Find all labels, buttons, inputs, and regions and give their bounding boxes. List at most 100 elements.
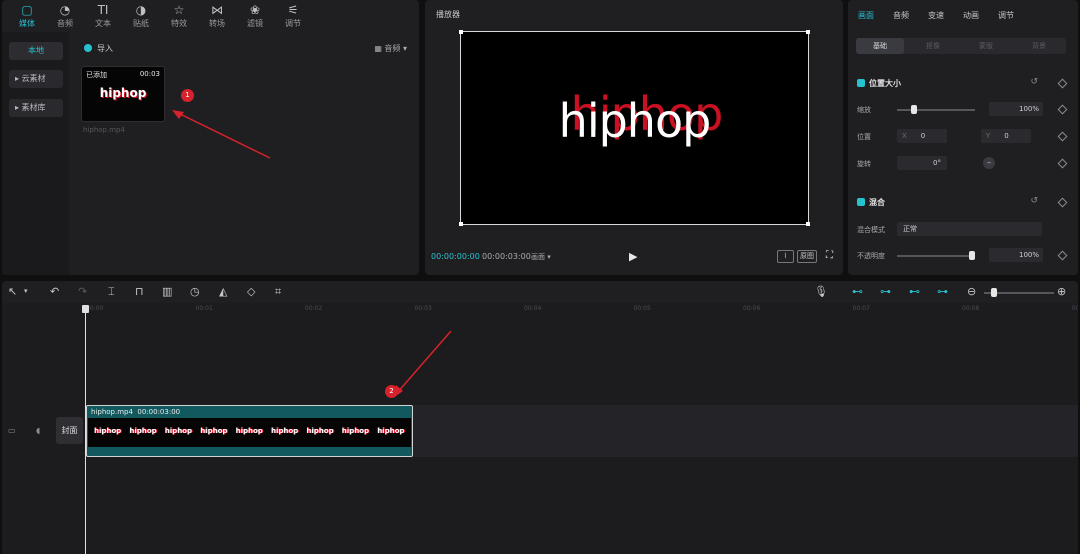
resize-handle[interactable]	[806, 30, 810, 34]
preview-canvas[interactable]: hiphop hiphop	[459, 30, 810, 226]
clip-frame-text: hiphop	[200, 427, 228, 435]
tab-animation[interactable]: 动画	[963, 10, 979, 21]
sidebar-item-library[interactable]: ▸ 素材库	[9, 99, 63, 117]
rotate-icon[interactable]: ◇	[247, 285, 255, 298]
text-icon: TI	[97, 3, 109, 17]
keyframe-icon[interactable]	[1057, 250, 1068, 261]
tab-sticker[interactable]: ◑ 贴纸	[124, 2, 158, 29]
sidebar-item-cloud[interactable]: ▸ 云素材	[9, 70, 63, 88]
original-ratio-button[interactable]: 原图	[797, 250, 817, 263]
clip-caption: hiphop.mp4 00:00:03:00	[91, 408, 180, 416]
tab-effects[interactable]: ☆ 特效	[162, 2, 196, 29]
y-value: 0	[1004, 132, 1009, 140]
freeze-icon[interactable]: ▥	[162, 285, 172, 298]
rotate-dial-icon[interactable]: –	[983, 157, 995, 169]
y-label: Y	[986, 132, 991, 140]
opacity-slider-knob[interactable]	[969, 251, 975, 260]
crop-icon[interactable]: ⌗	[275, 285, 281, 299]
clip-frame-text: hiphop	[164, 427, 192, 435]
waveform-button[interactable]: ⌇	[777, 250, 794, 263]
media-thumbnail[interactable]: 已添加 00:03 hiphop	[81, 66, 165, 122]
resize-handle[interactable]	[806, 222, 810, 226]
undo-icon[interactable]: ↶	[50, 285, 59, 298]
keyframe-icon[interactable]	[1057, 197, 1068, 208]
media-tabs: ▢ 媒体 ◔ 音频 TI 文本 ◑ 贴纸 ☆ 特效 ⋈ 转场 ❀ 滤镜 ⚟ 调节	[2, 0, 419, 32]
ruler-tick: 00:06	[743, 305, 761, 312]
checkbox-icon[interactable]	[857, 79, 865, 87]
zoom-in-icon[interactable]: ⊕	[1057, 285, 1066, 298]
chevron-down-icon[interactable]: ▾	[24, 287, 28, 295]
tab-media[interactable]: ▢ 媒体	[10, 2, 44, 29]
mute-track-icon[interactable]: ◖	[36, 426, 40, 435]
x-label: X	[902, 132, 907, 140]
tab-adjust[interactable]: 调节	[998, 10, 1014, 21]
microphone-icon[interactable]: 🎙	[814, 285, 828, 298]
preview-axis-icon[interactable]: ⊷	[909, 285, 920, 298]
blend-mode-label: 混合模式	[857, 226, 885, 234]
opacity-slider[interactable]	[897, 255, 975, 257]
import-label: 导入	[97, 44, 113, 53]
opacity-value[interactable]: 100%	[989, 248, 1043, 262]
redo-icon[interactable]: ↷	[78, 285, 87, 298]
position-y-field[interactable]: Y0	[981, 129, 1031, 143]
lock-track-icon[interactable]: ▭	[8, 426, 16, 435]
mirror-icon[interactable]: ◭	[219, 285, 227, 298]
reset-icon[interactable]: ↺	[1030, 77, 1038, 87]
checkbox-icon[interactable]	[857, 198, 865, 206]
section-title: 位置大小	[869, 79, 901, 88]
blend-section[interactable]: 混合	[857, 197, 885, 208]
keyframe-icon[interactable]	[1057, 78, 1068, 89]
subtab-cutout[interactable]: 抠像	[909, 38, 957, 54]
position-x-field[interactable]: X0	[897, 129, 947, 143]
reset-icon[interactable]: ↺	[1030, 196, 1038, 206]
delete-icon[interactable]: ⊓	[135, 285, 144, 298]
select-tool-icon[interactable]: ↖	[8, 285, 17, 298]
resize-handle[interactable]	[459, 222, 463, 226]
sub-tabs: 基础 抠像 蒙版 背景	[856, 38, 1066, 54]
fullscreen-icon[interactable]: ⛶	[826, 250, 833, 261]
subtab-basic[interactable]: 基础	[856, 38, 904, 54]
tab-picture[interactable]: 画面	[858, 10, 874, 21]
scale-slider-knob[interactable]	[911, 105, 918, 114]
auto-ripple-icon[interactable]: ⊶	[937, 285, 948, 298]
view-mode-dropdown[interactable]: 画面 ▾	[531, 252, 551, 262]
tab-audio[interactable]: 音频	[893, 10, 909, 21]
sidebar-item-local[interactable]: 本地	[9, 42, 63, 60]
linkage-icon[interactable]: ⊶	[880, 285, 891, 298]
keyframe-icon[interactable]	[1057, 158, 1068, 169]
cover-button[interactable]: 封面	[56, 417, 83, 444]
view-sort-dropdown[interactable]: ▦ 音频 ▾	[374, 43, 407, 54]
playhead-handle[interactable]	[82, 305, 89, 313]
tab-filter[interactable]: ❀ 滤镜	[238, 2, 272, 29]
ruler-tick: 00:03	[414, 305, 432, 312]
timeline[interactable]: 00:00 00:01 00:02 00:03 00:04 00:05 00:06 00:07…	[2, 303, 1078, 554]
blend-mode-select[interactable]: 正常	[897, 222, 1042, 236]
video-clip[interactable]: hiphop.mp4 00:00:03:00 hiphop hiphop hipho…	[86, 405, 413, 457]
subtab-mask[interactable]: 蒙版	[962, 38, 1010, 54]
ruler-tick: 00:02	[305, 305, 323, 312]
snap-icon[interactable]: ⊷	[852, 285, 863, 298]
keyframe-icon[interactable]	[1057, 104, 1068, 115]
tab-audio[interactable]: ◔ 音频	[48, 2, 82, 29]
tab-adjust[interactable]: ⚟ 调节	[276, 2, 310, 29]
keyframe-icon[interactable]	[1057, 131, 1068, 142]
rotate-field[interactable]: 0°	[897, 156, 947, 170]
tab-label: 音频	[57, 19, 73, 28]
scale-value[interactable]: 100%	[989, 102, 1043, 116]
import-button[interactable]: 导入	[84, 43, 113, 54]
zoom-out-icon[interactable]: ⊖	[967, 285, 976, 298]
tab-transition[interactable]: ⋈ 转场	[200, 2, 234, 29]
scale-slider[interactable]	[897, 109, 975, 111]
play-icon[interactable]: ▶	[629, 250, 637, 263]
zoom-slider-knob[interactable]	[991, 288, 997, 297]
tab-speed[interactable]: 变速	[928, 10, 944, 21]
playhead[interactable]	[85, 308, 86, 554]
tab-label: 媒体	[19, 19, 35, 28]
reverse-icon[interactable]: ◷	[190, 285, 200, 298]
split-icon[interactable]: ⌶	[108, 285, 115, 299]
position-size-section[interactable]: 位置大小	[857, 78, 901, 89]
position-label: 位置	[857, 133, 871, 141]
resize-handle[interactable]	[459, 30, 463, 34]
tab-text[interactable]: TI 文本	[86, 2, 120, 29]
subtab-background[interactable]: 背景	[1015, 38, 1063, 54]
